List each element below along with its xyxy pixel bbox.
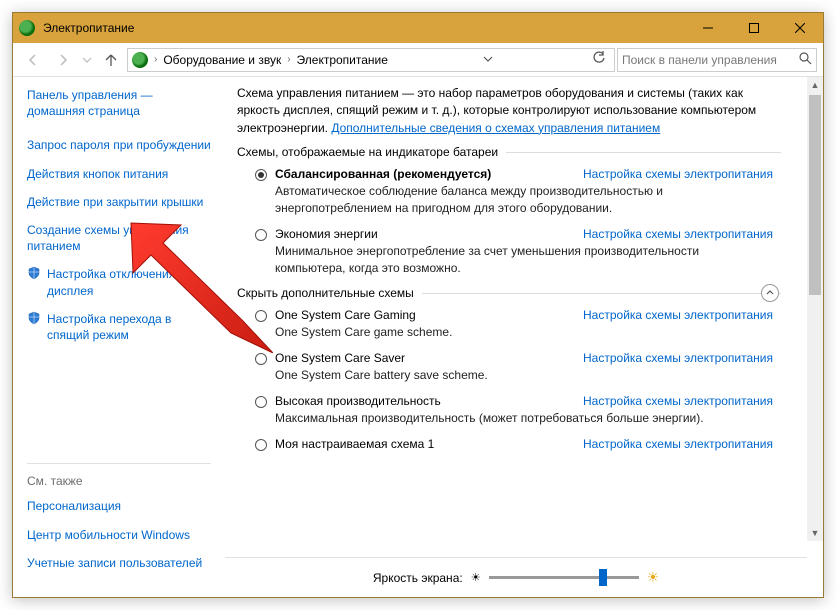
plan-settings-link[interactable]: Настройка схемы электропитания [583, 308, 773, 322]
nav-up-button[interactable] [97, 46, 125, 74]
sidebar-link-lid-action[interactable]: Действие при закрытии крышки [27, 194, 211, 210]
close-button[interactable] [777, 13, 823, 43]
plan-settings-link[interactable]: Настройка схемы электропитания [583, 394, 773, 408]
plan-description: Минимальное энергопотребление за счет ум… [275, 243, 801, 277]
scroll-up-icon[interactable]: ▲ [807, 77, 823, 93]
navbar: › Оборудование и звук › Электропитание П… [13, 43, 823, 77]
nav-forward-button[interactable] [49, 46, 77, 74]
sidebar-link-password[interactable]: Запрос пароля при пробуждении [27, 137, 211, 153]
shield-icon [27, 266, 41, 280]
breadcrumb-dropdown-icon[interactable] [479, 53, 497, 67]
radio-osc-saver[interactable] [255, 353, 267, 365]
search-icon[interactable] [799, 52, 812, 68]
more-info-link[interactable]: Дополнительные сведения о схемах управле… [331, 121, 660, 135]
radio-balanced[interactable] [255, 169, 267, 181]
plan-settings-link[interactable]: Настройка схемы электропитания [583, 437, 773, 451]
brightness-label: Яркость экрана: [373, 571, 463, 585]
plan-label: Высокая производительность [275, 394, 583, 408]
radio-energy-saver[interactable] [255, 229, 267, 241]
plan-label: Экономия энергии [275, 227, 583, 241]
nav-back-button[interactable] [19, 46, 47, 74]
search-input[interactable]: Поиск в панели управления [617, 48, 817, 72]
scroll-thumb[interactable] [809, 95, 821, 295]
intro-text: Схема управления питанием — это набор па… [237, 85, 801, 137]
radio-high-performance[interactable] [255, 396, 267, 408]
sun-small-icon: ☀ [471, 571, 481, 584]
plan-osc-saver[interactable]: One System Care Saver Настройка схемы эл… [255, 351, 801, 365]
chevron-right-icon[interactable]: › [285, 54, 292, 65]
plan-settings-link[interactable]: Настройка схемы электропитания [583, 351, 773, 365]
window-title: Электропитание [43, 21, 685, 35]
shield-icon [27, 311, 41, 325]
sidebar-link-create-plan[interactable]: Создание схемы управления питанием [27, 222, 211, 254]
plan-custom-1[interactable]: Моя настраиваемая схема 1 Настройка схем… [255, 437, 801, 451]
sidebar-separator [27, 463, 211, 464]
breadcrumb-category[interactable]: Оборудование и звук [163, 53, 281, 67]
plan-label: Сбалансированная (рекомендуется) [275, 167, 583, 181]
sidebar-link-power-buttons[interactable]: Действия кнопок питания [27, 166, 211, 182]
sidebar-link-sleep[interactable]: Настройка перехода в спящий режим [27, 311, 211, 343]
breadcrumb[interactable]: › Оборудование и звук › Электропитание [127, 48, 615, 72]
brightness-bar: Яркость экрана: ☀ ☀ [225, 557, 807, 597]
scrollbar[interactable]: ▲ ▼ [807, 77, 823, 541]
minimize-button[interactable] [685, 13, 731, 43]
breadcrumb-page[interactable]: Электропитание [297, 53, 388, 67]
chevron-right-icon[interactable]: › [152, 54, 159, 65]
brightness-slider[interactable] [489, 576, 639, 579]
control-panel-icon [132, 52, 148, 68]
battery-plans-heading: Схемы, отображаемые на индикаторе батаре… [237, 145, 801, 159]
plan-settings-link[interactable]: Настройка схемы электропитания [583, 167, 773, 181]
titlebar: Электропитание [13, 13, 823, 43]
plan-label: Моя настраиваемая схема 1 [275, 437, 583, 451]
scroll-down-icon[interactable]: ▼ [807, 525, 823, 541]
plan-energy-saver[interactable]: Экономия энергии Настройка схемы электро… [255, 227, 801, 241]
search-placeholder: Поиск в панели управления [622, 53, 795, 67]
main-content: Схема управления питанием — это набор па… [225, 77, 823, 597]
plan-label: One System Care Gaming [275, 308, 583, 322]
power-app-icon [19, 20, 35, 36]
radio-osc-gaming[interactable] [255, 310, 267, 322]
see-also-heading: См. также [27, 474, 211, 488]
plan-osc-gaming[interactable]: One System Care Gaming Настройка схемы э… [255, 308, 801, 322]
sidebar-home-link[interactable]: Панель управления — домашняя страница [27, 87, 211, 119]
plan-description: Максимальная производительность (может п… [275, 410, 801, 427]
plan-description: Автоматическое соблюдение баланса между … [275, 183, 801, 217]
radio-custom-1[interactable] [255, 439, 267, 451]
maximize-button[interactable] [731, 13, 777, 43]
plan-label: One System Care Saver [275, 351, 583, 365]
slider-thumb[interactable] [599, 569, 607, 586]
collapse-button[interactable] [761, 284, 779, 302]
additional-plans-heading: Скрыть дополнительные схемы [237, 286, 801, 300]
nav-recent-dropdown[interactable] [79, 46, 95, 74]
plan-description: One System Care battery save scheme. [275, 367, 801, 384]
refresh-button[interactable] [588, 51, 610, 68]
plan-balanced[interactable]: Сбалансированная (рекомендуется) Настрой… [255, 167, 801, 181]
plan-settings-link[interactable]: Настройка схемы электропитания [583, 227, 773, 241]
sidebar: Панель управления — домашняя страница За… [13, 77, 225, 597]
plan-high-performance[interactable]: Высокая производительность Настройка схе… [255, 394, 801, 408]
plan-description: One System Care game scheme. [275, 324, 801, 341]
sidebar-see-also-personalization[interactable]: Персонализация [27, 498, 211, 514]
sidebar-link-display-off[interactable]: Настройка отключения дисплея [27, 266, 211, 298]
sidebar-see-also-accounts[interactable]: Учетные записи пользователей [27, 555, 211, 571]
sidebar-see-also-mobility[interactable]: Центр мобильности Windows [27, 527, 211, 543]
sun-large-icon: ☀ [647, 569, 660, 586]
